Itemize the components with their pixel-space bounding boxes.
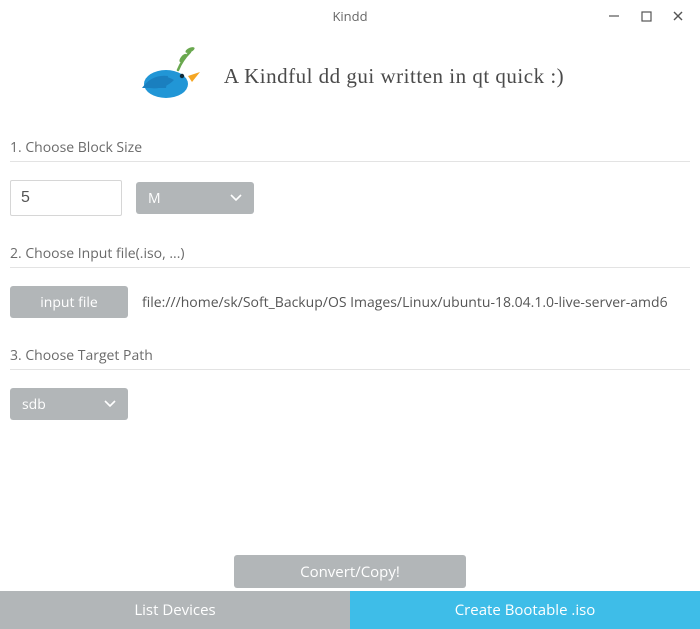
step3-label: 3. Choose Target Path [10, 340, 690, 370]
maximize-button[interactable] [630, 0, 662, 32]
close-icon [672, 10, 684, 22]
minimize-button[interactable] [598, 0, 630, 32]
target-path-value: sdb [22, 395, 46, 414]
step3-row: sdb [10, 388, 690, 420]
app-tagline: A Kindful dd gui written in qt quick :) [224, 64, 564, 89]
block-size-unit-select[interactable]: M [136, 182, 254, 214]
bird-logo-icon [136, 40, 208, 112]
block-size-unit-value: M [148, 189, 161, 208]
convert-copy-label: Convert/Copy! [300, 562, 400, 582]
app-header: A Kindful dd gui written in qt quick :) [0, 32, 700, 132]
close-button[interactable] [662, 0, 694, 32]
input-file-button-label: input file [40, 293, 98, 312]
tab-create-bootable-label: Create Bootable .iso [455, 600, 596, 620]
target-path-select[interactable]: sdb [10, 388, 128, 420]
convert-bar: Convert/Copy! [0, 555, 700, 588]
tab-list-devices[interactable]: List Devices [0, 591, 350, 629]
input-file-button[interactable]: input file [10, 286, 128, 318]
maximize-icon [641, 11, 652, 22]
minimize-icon [608, 10, 620, 22]
step2-row: input file file:///home/sk/Soft_Backup/O… [10, 286, 690, 318]
bottom-tabs: List Devices Create Bootable .iso [0, 591, 700, 629]
tab-create-bootable[interactable]: Create Bootable .iso [350, 591, 700, 629]
title-bar: Kindd [0, 0, 700, 32]
tab-list-devices-label: List Devices [134, 600, 215, 620]
input-file-path: file:///home/sk/Soft_Backup/OS Images/Li… [142, 293, 668, 312]
block-size-input[interactable] [10, 180, 122, 216]
window-controls [598, 0, 694, 32]
step2-label: 2. Choose Input file(.iso, ...) [10, 238, 690, 268]
convert-copy-button[interactable]: Convert/Copy! [234, 555, 466, 588]
chevron-down-icon [104, 400, 116, 408]
main-content: 1. Choose Block Size M 2. Choose Input f… [0, 132, 700, 420]
step1-label: 1. Choose Block Size [10, 132, 690, 162]
window-title: Kindd [332, 7, 367, 25]
chevron-down-icon [230, 194, 242, 202]
step1-row: M [10, 180, 690, 216]
